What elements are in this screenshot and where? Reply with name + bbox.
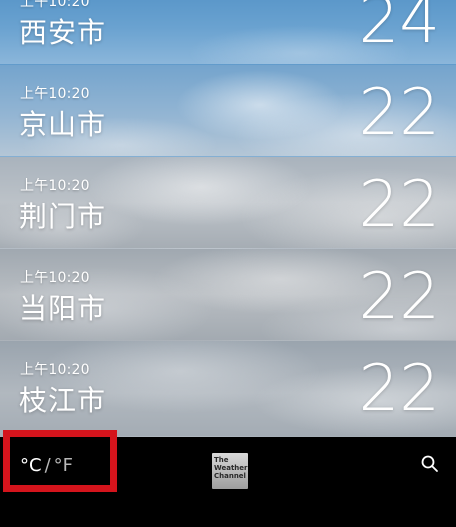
local-time: 上午10:20 [20, 362, 90, 378]
city-name: 当阳市 [19, 292, 107, 325]
city-row-jingshan[interactable]: 上午10:20 京山市 22 [0, 65, 456, 157]
logo-text-line2: Weather [214, 464, 248, 472]
logo-text-line1: The [214, 456, 229, 464]
temperature: 22 [358, 352, 440, 426]
city-row-dangyang[interactable]: 上午10:20 当阳市 22 [0, 249, 456, 341]
city-name: 西安市 [19, 16, 107, 49]
temperature: 22 [358, 76, 440, 150]
search-icon[interactable] [420, 454, 440, 474]
temperature: 24 [358, 0, 440, 58]
local-time: 上午10:20 [20, 178, 90, 194]
local-time: 上午10:20 [20, 270, 90, 286]
city-name: 荆门市 [19, 200, 107, 233]
city-name: 枝江市 [19, 384, 107, 417]
city-row-xian[interactable]: 上午10:20 西安市 24 [0, 0, 456, 65]
city-row-jingmen[interactable]: 上午10:20 荆门市 22 [0, 157, 456, 249]
temperature: 22 [358, 260, 440, 334]
unit-toggle-button[interactable] [3, 430, 117, 492]
city-row-zhijiang[interactable]: 上午10:20 枝江市 22 [0, 341, 456, 437]
city-list: 上午10:20 西安市 24 上午10:20 京山市 22 上午10:20 荆门… [0, 0, 456, 437]
temperature: 22 [358, 168, 440, 242]
local-time: 上午10:20 [20, 86, 90, 102]
weather-channel-logo[interactable]: The Weather Channel [212, 453, 248, 489]
local-time: 上午10:20 [20, 0, 90, 10]
logo-text-line3: Channel [214, 472, 246, 480]
city-name: 京山市 [19, 108, 107, 141]
